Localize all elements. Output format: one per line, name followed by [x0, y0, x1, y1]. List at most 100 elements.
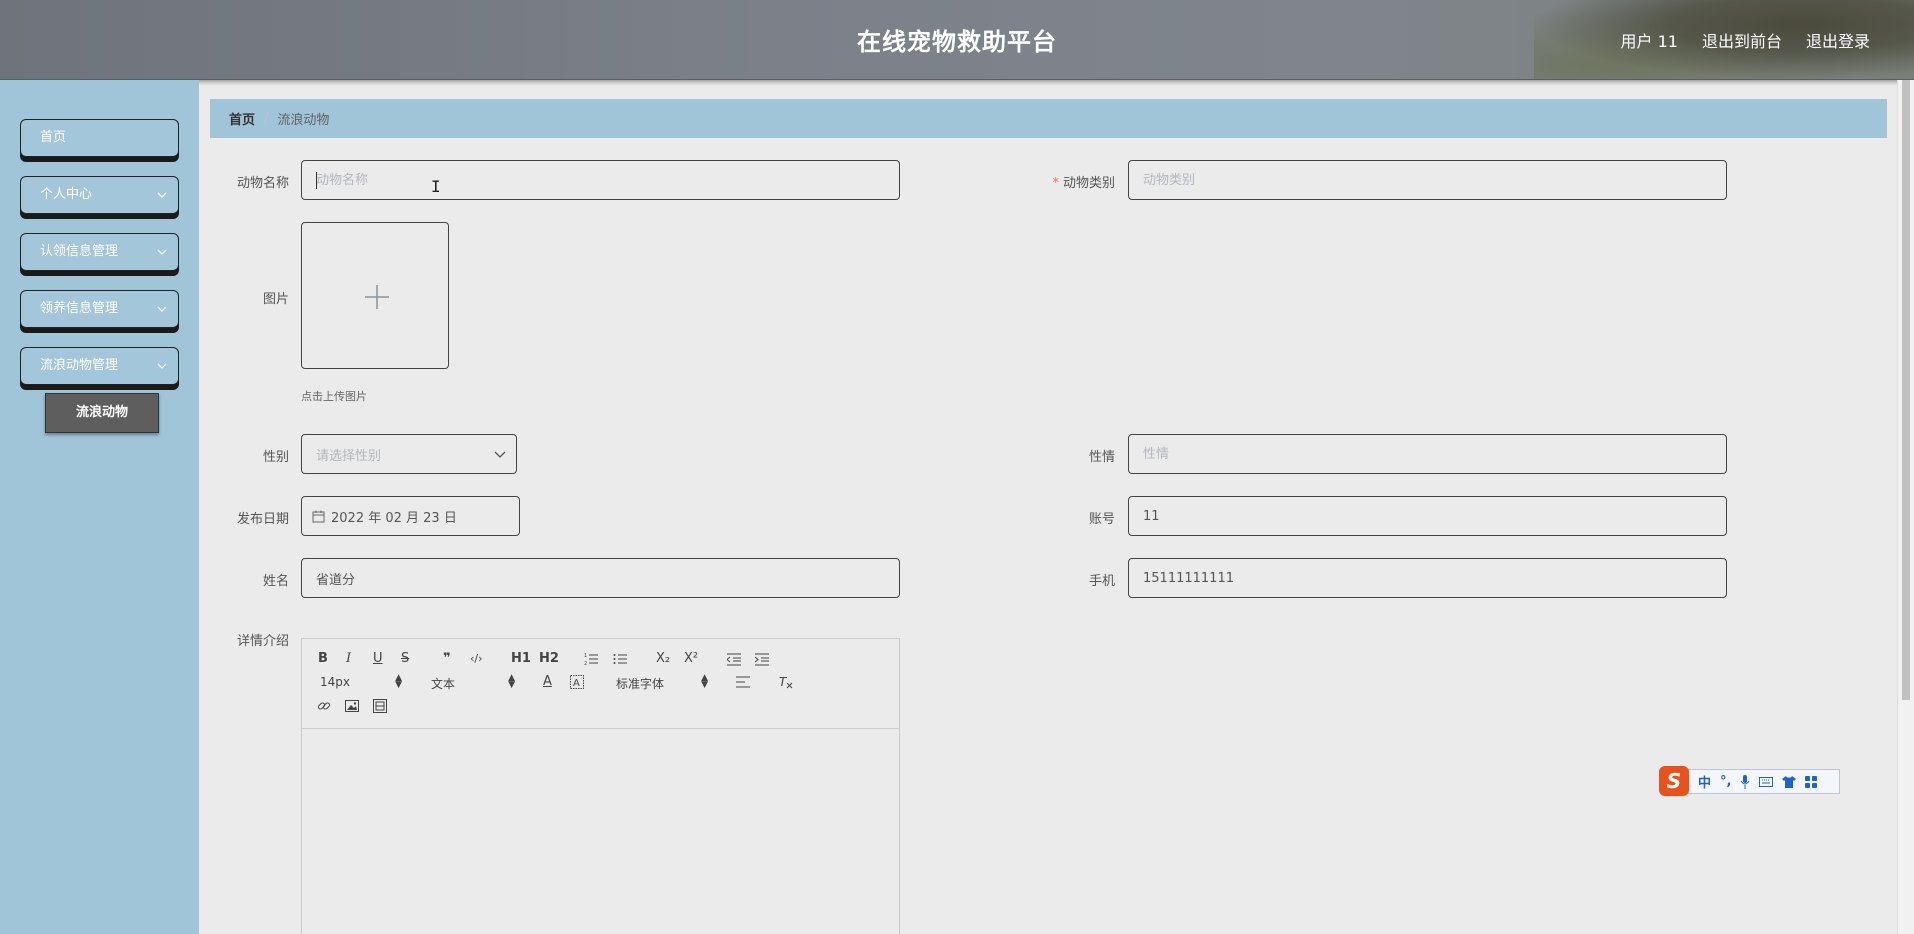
animal-name-input[interactable]	[301, 160, 900, 200]
blockquote-button[interactable]: ❞	[443, 651, 451, 667]
underline-button[interactable]: U	[373, 651, 383, 667]
chevron-down-icon	[157, 363, 167, 369]
chevron-down-icon	[157, 249, 167, 255]
page-scrollbar[interactable]	[1897, 80, 1914, 934]
sidebar-item-claim-management[interactable]: 认领信息管理	[20, 233, 179, 271]
account-label: 账号	[1088, 512, 1115, 527]
background-color-icon[interactable]: A	[570, 675, 584, 689]
breadcrumb-current: 流浪动物	[277, 113, 330, 128]
realname-value: 省道分	[316, 572, 356, 588]
link-icon[interactable]	[317, 699, 331, 713]
ime-language-toggle[interactable]: 中	[1698, 772, 1711, 791]
header-nav: 用户 11 退出到前台 退出登录	[1621, 28, 1870, 52]
toolbox-icon[interactable]	[1805, 775, 1818, 788]
font-color-button[interactable]: A	[543, 674, 552, 690]
text-cursor	[316, 172, 317, 189]
logout-link[interactable]: 退出登录	[1806, 28, 1870, 52]
top-header: 在线宠物救助平台 用户 11 退出到前台 退出登录	[0, 0, 1914, 80]
clear-format-icon[interactable]: T	[779, 675, 793, 689]
header-format-value: 文本	[431, 677, 456, 691]
plus-icon	[365, 285, 389, 309]
sidebar-item-label: 个人中心	[40, 187, 93, 202]
sidebar-item-label: 首页	[40, 130, 67, 145]
video-icon[interactable]	[373, 699, 387, 713]
header2-button[interactable]: H2	[539, 651, 559, 667]
sidebar-item-label: 认领信息管理	[40, 244, 119, 259]
scrollbar-thumb[interactable]	[1902, 80, 1910, 700]
rich-text-editor: B I U S ❞ ‹/› H1 H2 12 X₂ X² 14px ▲ ▼ 文本 …	[301, 638, 900, 934]
sogou-logo-icon[interactable]: S	[1659, 765, 1689, 796]
realname-label: 姓名	[262, 574, 289, 589]
sidebar-item-adoption-management[interactable]: 领养信息管理	[20, 290, 179, 328]
required-mark: *	[1052, 176, 1059, 191]
ime-toolbar: S 中 °,	[1659, 765, 1840, 796]
svg-text:A: A	[573, 678, 580, 689]
detail-label: 详情介绍	[236, 634, 289, 649]
svg-text:T: T	[779, 675, 788, 689]
font-size-select[interactable]: 14px ▲ ▼	[320, 673, 402, 690]
align-icon[interactable]	[736, 676, 750, 688]
subscript-button[interactable]: X₂	[656, 651, 670, 667]
exit-to-front-link[interactable]: 退出到前台	[1702, 28, 1782, 52]
font-family-value: 标准字体	[616, 677, 665, 691]
chevron-down-icon	[157, 306, 167, 312]
gender-placeholder: 请选择性别	[316, 448, 382, 464]
sidebar-item-label: 流浪动物管理	[40, 358, 119, 373]
realname-input[interactable]: 省道分	[301, 558, 900, 598]
svg-text:2: 2	[584, 661, 587, 666]
account-input[interactable]: 11	[1128, 496, 1727, 536]
breadcrumb: 首页 / 流浪动物	[210, 99, 1887, 138]
ime-punctuation-toggle[interactable]: °,	[1720, 774, 1731, 789]
sidebar-subitem-stray-animals[interactable]: 流浪动物	[45, 393, 159, 433]
upload-hint: 点击上传图片	[301, 390, 367, 403]
updown-arrow-icon: ▲ ▼	[701, 673, 708, 690]
user-name-link[interactable]: 用户 11	[1621, 28, 1678, 52]
strike-button[interactable]: S	[401, 651, 409, 667]
bullet-list-icon[interactable]	[613, 652, 627, 666]
sidebar-item-stray-management[interactable]: 流浪动物管理	[20, 347, 179, 385]
updown-arrow-icon: ▲ ▼	[395, 673, 402, 690]
outdent-icon[interactable]	[727, 652, 741, 666]
image-label: 图片	[262, 292, 289, 307]
publish-date-picker[interactable]: 2022 年 02 月 23 日	[301, 496, 520, 536]
image-uploader[interactable]	[301, 222, 449, 369]
phone-label: 手机	[1088, 574, 1115, 589]
temper-input[interactable]	[1128, 434, 1727, 474]
date-label: 发布日期	[236, 512, 289, 527]
gender-label: 性别	[262, 450, 289, 465]
font-family-select[interactable]: 标准字体 ▲ ▼	[616, 673, 708, 692]
phone-value: 15111111111	[1143, 570, 1234, 586]
account-value: 11	[1143, 508, 1160, 524]
sidebar-item-label: 领养信息管理	[40, 301, 119, 316]
editor-content-area[interactable]	[302, 729, 899, 934]
skin-icon[interactable]	[1782, 775, 1797, 788]
mouse-ibeam-cursor: I	[431, 177, 441, 196]
superscript-button[interactable]: X²	[684, 651, 698, 667]
breadcrumb-home[interactable]: 首页	[229, 109, 255, 128]
code-block-button[interactable]: ‹/›	[470, 651, 483, 667]
chevron-down-icon	[157, 192, 167, 198]
italic-button[interactable]: I	[346, 651, 351, 667]
sidebar-item-personal-center[interactable]: 个人中心	[20, 176, 179, 214]
header-format-select[interactable]: 文本 ▲ ▼	[431, 674, 515, 692]
image-icon[interactable]	[345, 699, 359, 713]
phone-input[interactable]: 15111111111	[1128, 558, 1727, 598]
gender-select[interactable]: 请选择性别	[301, 434, 517, 474]
header1-button[interactable]: H1	[511, 651, 531, 667]
breadcrumb-separator: /	[264, 111, 269, 126]
mic-icon[interactable]	[1740, 774, 1750, 789]
bold-button[interactable]: B	[318, 651, 328, 667]
keyboard-icon[interactable]	[1759, 776, 1774, 787]
sidebar: 首页 个人中心 认领信息管理 领养信息管理 流浪动物管理 流浪动物	[0, 80, 199, 934]
temper-label: 性情	[1088, 450, 1115, 465]
chevron-down-icon	[494, 451, 506, 458]
category-label: * 动物类别	[1040, 172, 1115, 191]
animal-category-input[interactable]	[1128, 160, 1727, 200]
ordered-list-icon[interactable]: 12	[584, 652, 598, 666]
category-label-text: 动物类别	[1062, 176, 1115, 191]
indent-icon[interactable]	[755, 652, 769, 666]
font-size-value: 14px	[320, 675, 350, 689]
svg-text:1: 1	[584, 653, 587, 659]
calendar-icon	[312, 510, 325, 522]
sidebar-item-home[interactable]: 首页	[20, 119, 179, 157]
